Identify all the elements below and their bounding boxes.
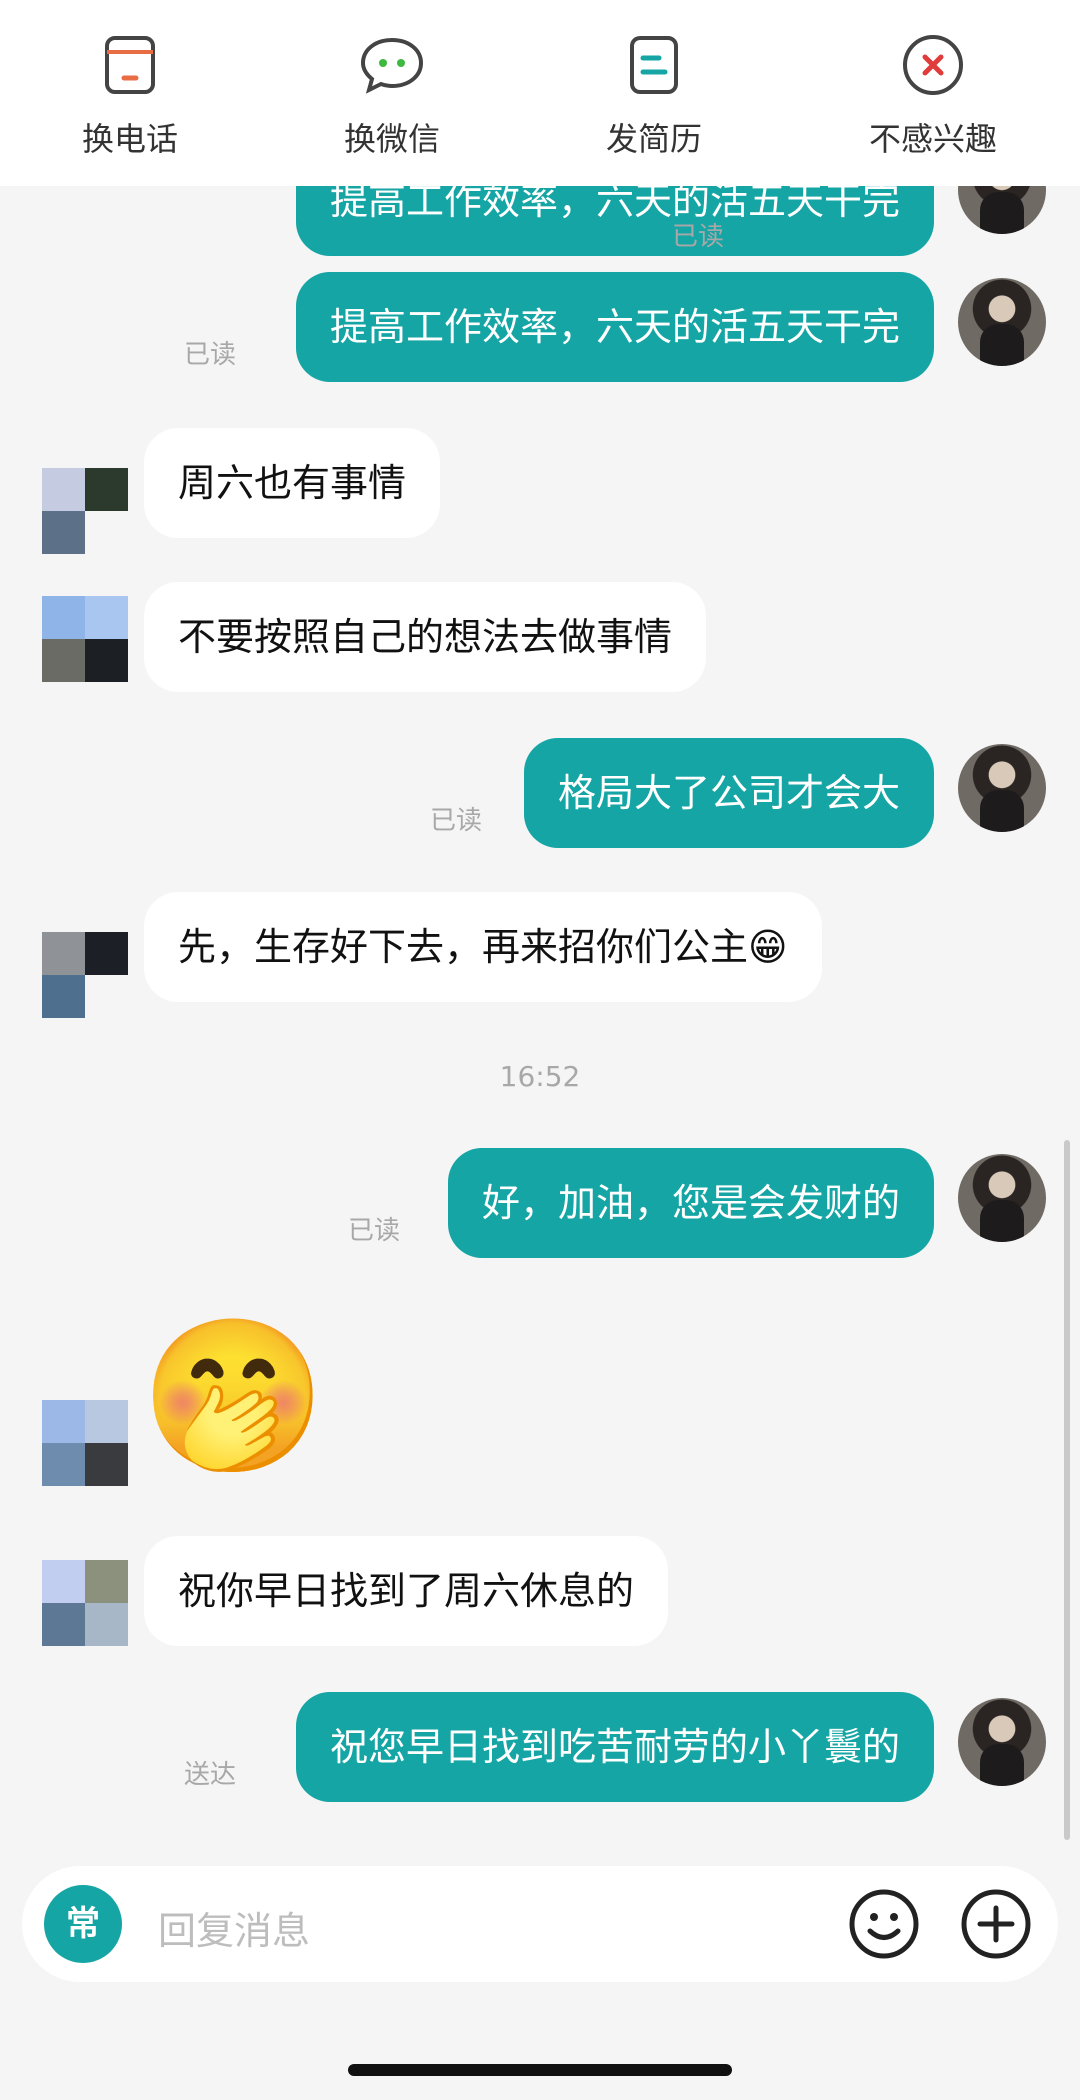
message-bubble-incoming[interactable]: 周六也有事情 xyxy=(144,428,441,538)
wechat-bubble-icon xyxy=(360,37,424,94)
chat-message-list[interactable]: 提高工作效率，六天的活五天干完 已读 提高工作效率，六天的活五天干完 已读 周六… xyxy=(0,186,1080,1846)
message-bubble-incoming[interactable]: 先，生存好下去，再来招你们公主😁 xyxy=(144,892,822,1002)
resume-doc-icon xyxy=(630,36,678,94)
send-resume-button[interactable]: 发简历 xyxy=(554,30,754,160)
read-status: 已读 xyxy=(429,806,482,836)
send-resume-label: 发简历 xyxy=(605,120,702,158)
contact-avatar[interactable] xyxy=(42,1560,128,1646)
reply-input-bar: 常 回复消息 xyxy=(22,1866,1058,1982)
my-avatar[interactable] xyxy=(958,278,1046,366)
chat-scrollbar[interactable] xyxy=(1064,1140,1070,1840)
exchange-phone-button[interactable]: 换电话 xyxy=(30,30,230,160)
home-indicator[interactable] xyxy=(348,2064,732,2076)
reply-input[interactable]: 回复消息 xyxy=(158,1900,310,1955)
contact-avatar[interactable] xyxy=(42,1400,128,1486)
contact-avatar[interactable] xyxy=(42,932,128,1018)
my-avatar[interactable] xyxy=(958,1154,1046,1242)
exchange-wechat-label: 换微信 xyxy=(343,120,440,158)
message-bubble-outgoing[interactable]: 提高工作效率，六天的活五天干完 xyxy=(295,186,934,256)
read-status: 已读 xyxy=(183,340,236,370)
phone-card-icon xyxy=(105,36,155,94)
my-avatar[interactable] xyxy=(958,744,1046,832)
emoji-picker-icon[interactable] xyxy=(848,1888,920,1960)
action-toolbar: 换电话 换微信 发简历 不感兴趣 xyxy=(0,0,1080,186)
message-bubble-outgoing[interactable]: 祝您早日找到吃苦耐劳的小丫鬟的 xyxy=(295,1692,934,1802)
contact-avatar[interactable] xyxy=(42,468,128,554)
not-interested-label: 不感兴趣 xyxy=(868,120,997,158)
message-bubble-outgoing[interactable]: 格局大了公司才会大 xyxy=(523,738,934,848)
add-attachment-icon[interactable] xyxy=(960,1888,1032,1960)
delivery-status: 送达 xyxy=(183,1760,236,1790)
exchange-wechat-button[interactable]: 换微信 xyxy=(292,30,492,160)
read-status: 已读 xyxy=(671,222,724,252)
message-bubble-outgoing[interactable]: 提高工作效率，六天的活五天干完 xyxy=(295,272,934,382)
common-phrases-button[interactable]: 常 xyxy=(44,1885,122,1963)
contact-avatar[interactable] xyxy=(42,596,128,682)
message-bubble-incoming[interactable]: 祝你早日找到了周六休息的 xyxy=(144,1536,669,1646)
close-circle-icon xyxy=(903,35,963,95)
my-avatar[interactable] xyxy=(958,186,1046,234)
read-status: 已读 xyxy=(347,1216,400,1246)
my-avatar[interactable] xyxy=(958,1698,1046,1786)
message-bubble-incoming[interactable]: 不要按照自己的想法去做事情 xyxy=(144,582,707,692)
exchange-phone-label: 换电话 xyxy=(81,120,178,158)
not-interested-button[interactable]: 不感兴趣 xyxy=(833,30,1033,160)
sticker-emoji-message[interactable]: 🤭 xyxy=(140,1312,327,1482)
message-timestamp: 16:52 xyxy=(499,1060,581,1093)
message-bubble-outgoing[interactable]: 好，加油，您是会发财的 xyxy=(447,1148,934,1258)
